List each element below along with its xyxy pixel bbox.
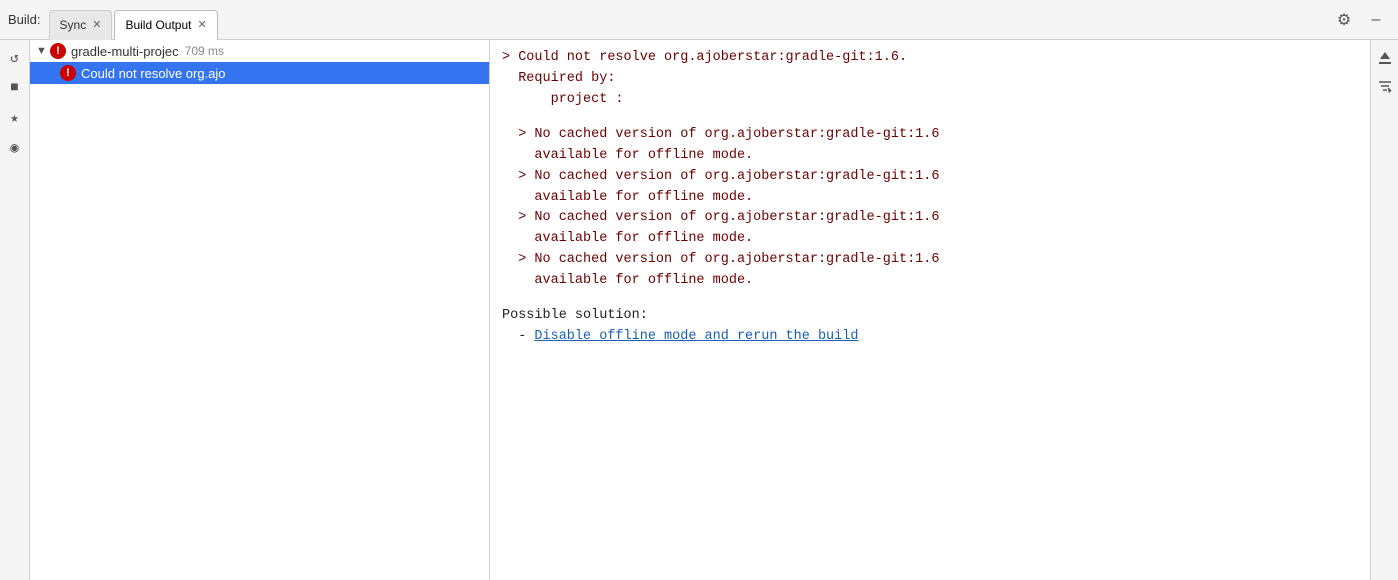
output-line-4: > No cached version of org.ajoberstar:gr… [502, 125, 1358, 146]
pin-icon[interactable]: ★ [3, 106, 27, 130]
output-line-3: project : [502, 90, 1358, 111]
settings-button[interactable]: ⚙ [1330, 6, 1358, 34]
tree-expand-arrow: ▼ [36, 45, 50, 57]
output-line-5: available for offline mode. [502, 146, 1358, 167]
tree-item-gradle[interactable]: ▼ ! gradle-multi-projec 709 ms [30, 40, 489, 62]
main-content: ↺ ■ ★ ◉ ▼ ! gradle-multi-projec 709 ms !… [0, 40, 1398, 580]
sidebar-icons: ↺ ■ ★ ◉ [0, 40, 30, 580]
tab-sync[interactable]: Sync ✕ [49, 10, 113, 40]
filter-icon[interactable] [1373, 74, 1397, 98]
output-blank-2 [502, 292, 1358, 306]
output-line-6: > No cached version of org.ajoberstar:gr… [502, 167, 1358, 188]
tree-item-resolve-error[interactable]: ! Could not resolve org.ajo [30, 62, 489, 84]
disable-offline-link[interactable]: Disable offline mode and rerun the build [534, 329, 858, 344]
tab-build-output[interactable]: Build Output ✕ [114, 10, 217, 40]
output-panel: > Could not resolve org.ajoberstar:gradl… [490, 40, 1370, 580]
tab-build-output-close[interactable]: ✕ [197, 20, 206, 31]
tab-build-output-label: Build Output [125, 18, 191, 32]
build-label: Build: [8, 12, 41, 27]
tab-sync-label: Sync [60, 18, 87, 32]
tree-item-resolve-label: Could not resolve org.ajo [81, 66, 226, 81]
output-line-8: > No cached version of org.ajoberstar:gr… [502, 208, 1358, 229]
tab-bar: Build: Sync ✕ Build Output ✕ ⚙ – [0, 0, 1398, 40]
output-line-10: > No cached version of org.ajoberstar:gr… [502, 250, 1358, 271]
error-icon-gradle: ! [50, 43, 66, 59]
tab-sync-close[interactable]: ✕ [92, 20, 101, 31]
output-line-1: > Could not resolve org.ajoberstar:gradl… [502, 48, 1358, 69]
right-actions [1370, 40, 1398, 580]
tab-bar-actions: ⚙ – [1330, 6, 1390, 34]
output-line-possible: Possible solution: [502, 306, 1358, 327]
stop-icon[interactable]: ■ [3, 76, 27, 100]
output-line-7: available for offline mode. [502, 188, 1358, 209]
output-line-2: Required by: [502, 69, 1358, 90]
scroll-to-end-icon[interactable] [1373, 46, 1397, 70]
refresh-icon[interactable]: ↺ [3, 46, 27, 70]
output-line-9: available for offline mode. [502, 229, 1358, 250]
output-line-solution: - Disable offline mode and rerun the bui… [502, 327, 1358, 348]
tree-panel: ▼ ! gradle-multi-projec 709 ms ! Could n… [30, 40, 490, 580]
output-line-11: available for offline mode. [502, 271, 1358, 292]
output-blank-1 [502, 111, 1358, 125]
eye-icon[interactable]: ◉ [3, 136, 27, 160]
tree-item-gradle-time: 709 ms [185, 44, 224, 58]
minimize-button[interactable]: – [1362, 6, 1390, 34]
tree-item-gradle-label: gradle-multi-projec [71, 44, 179, 59]
error-icon-resolve: ! [60, 65, 76, 81]
